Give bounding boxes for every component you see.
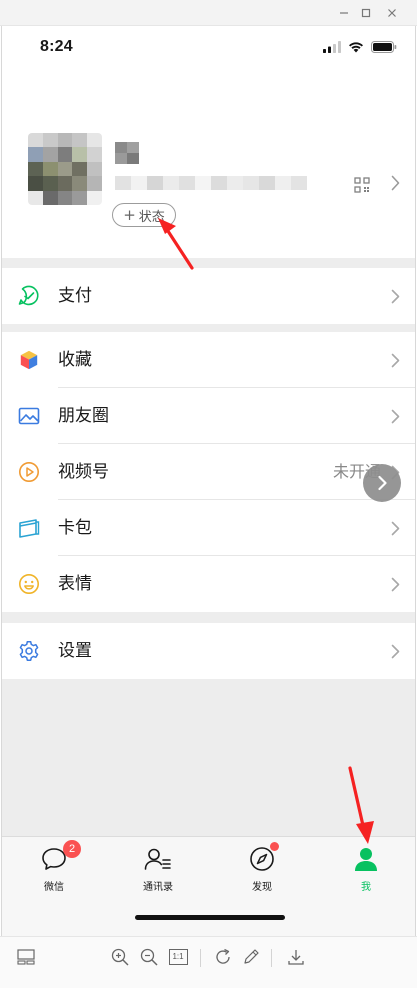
wifi-icon — [349, 42, 363, 53]
minimize-icon[interactable] — [334, 4, 354, 22]
add-status-button[interactable]: + 状态 — [112, 203, 176, 227]
smiley-icon — [19, 574, 39, 594]
menu-item-pay-label: 支付 — [58, 286, 92, 306]
zoom-out-icon[interactable] — [139, 947, 159, 967]
thumbnail-view-icon[interactable] — [16, 947, 36, 967]
pay-icon — [18, 285, 39, 306]
battery-icon — [371, 41, 397, 53]
menu-group-settings: 设置 — [2, 623, 415, 679]
maximize-icon[interactable] — [356, 4, 376, 22]
profile-header[interactable] — [2, 70, 415, 258]
viewer-toolbar: 1:1 — [0, 936, 417, 988]
plus-icon: + — [123, 205, 136, 224]
menu-item-favorites-label: 收藏 — [58, 350, 92, 370]
tab-contacts-label: 通讯录 — [143, 882, 173, 893]
annotation-arrow-me — [348, 766, 374, 844]
tab-me[interactable]: 我 — [326, 845, 406, 893]
menu-group-pay: 支付 — [2, 268, 415, 324]
status-bar: 8:24 — [2, 26, 415, 70]
zoom-in-icon[interactable] — [110, 947, 130, 967]
gear-icon — [19, 641, 39, 661]
chevron-right-icon — [391, 577, 400, 592]
clock: 8:24 — [40, 38, 73, 55]
menu-item-cards[interactable]: 卡包 — [2, 500, 415, 556]
menu-item-settings[interactable]: 设置 — [2, 623, 415, 679]
menu-group-main: 收藏 朋友圈 视频号 未开通 卡包 表情 — [2, 332, 415, 612]
unread-badge: 2 — [63, 840, 81, 858]
chevron-right-icon — [391, 409, 400, 424]
avatar[interactable] — [28, 133, 102, 205]
chevron-right-icon — [391, 521, 400, 536]
chevron-right-icon — [391, 175, 400, 191]
qr-code-icon[interactable] — [354, 177, 370, 193]
close-icon[interactable] — [382, 4, 402, 22]
tab-contacts[interactable]: 通讯录 — [118, 845, 198, 893]
tab-discover[interactable]: 发现 — [222, 842, 302, 893]
menu-item-favorites[interactable]: 收藏 — [2, 332, 415, 388]
card-wallet-icon — [19, 519, 40, 538]
menu-item-stickers[interactable]: 表情 — [2, 556, 415, 612]
home-indicator — [135, 915, 285, 920]
chevron-right-icon — [391, 289, 400, 304]
wechat-id-blurred — [115, 176, 307, 190]
person-icon — [355, 848, 377, 871]
chevron-right-icon — [377, 475, 387, 491]
menu-item-moments[interactable]: 朋友圈 — [2, 388, 415, 444]
new-discover-dot — [270, 842, 279, 851]
status-button-label: 状态 — [138, 209, 165, 225]
tab-discover-label: 发现 — [252, 882, 272, 893]
toolbar-separator — [271, 949, 272, 967]
bottom-tab-bar: 2 微信 通讯录 发现 我 — [2, 836, 415, 936]
chevron-right-icon — [391, 644, 400, 659]
window-titlebar — [0, 0, 417, 26]
menu-item-cards-label: 卡包 — [58, 518, 92, 538]
contacts-icon — [144, 848, 171, 870]
tab-me-label: 我 — [361, 882, 371, 893]
channels-play-icon — [19, 462, 39, 482]
menu-item-channels[interactable]: 视频号 未开通 — [2, 444, 415, 500]
menu-item-stickers-label: 表情 — [58, 574, 92, 594]
chevron-right-icon — [391, 353, 400, 368]
favorites-cube-icon — [20, 350, 38, 370]
actual-size-label: 1:1 — [168, 949, 188, 965]
actual-size-button[interactable]: 1:1 — [168, 947, 188, 967]
tab-chats[interactable]: 2 微信 — [14, 840, 94, 893]
toolbar-separator — [200, 949, 201, 967]
nickname-blurred — [115, 142, 139, 164]
status-icons — [323, 41, 397, 53]
menu-item-moments-label: 朋友圈 — [58, 406, 109, 426]
signal-icon — [323, 41, 341, 53]
menu-item-channels-label: 视频号 — [58, 462, 109, 482]
tab-chats-label: 微信 — [44, 882, 64, 893]
download-icon[interactable] — [286, 947, 306, 967]
menu-item-pay[interactable]: 支付 — [2, 268, 415, 324]
floating-assist-button[interactable] — [363, 464, 401, 502]
edit-pencil-icon[interactable] — [241, 947, 261, 967]
phone-screen: 8:24 + 状态 支付 收藏 朋友圈 视频号 未开通 卡包 表情 设置 2 微… — [1, 26, 416, 936]
menu-item-settings-label: 设置 — [58, 641, 92, 661]
rotate-icon[interactable] — [213, 947, 233, 967]
moments-album-icon — [18, 407, 40, 425]
